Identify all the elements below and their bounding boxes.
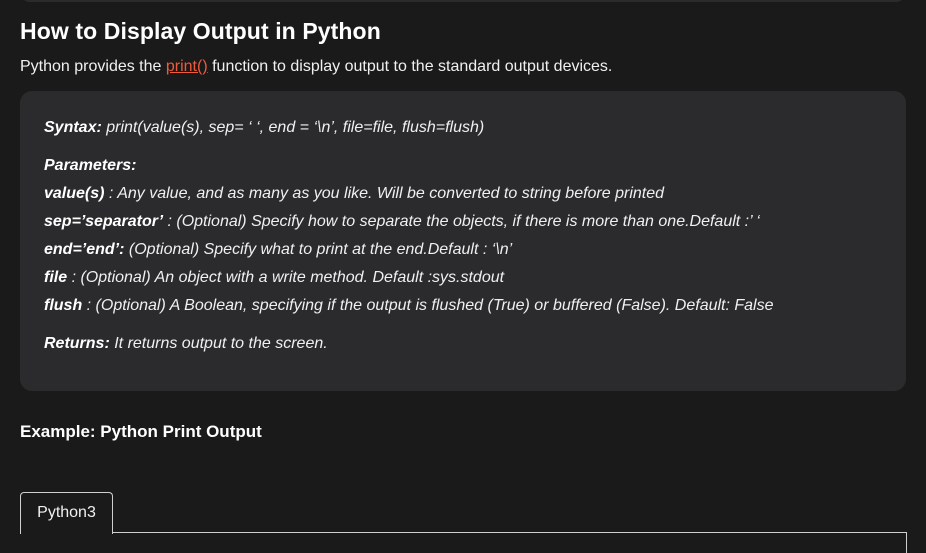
example-title: Example: Python Print Output: [20, 422, 262, 441]
syntax-box: Syntax: print(value(s), sep= ‘ ‘, end = …: [20, 91, 906, 391]
syntax-label: Syntax:: [44, 119, 102, 136]
param-name: file: [44, 269, 68, 286]
param-name: value(s): [44, 185, 105, 202]
param-line-file: file : (Optional) An object with a write…: [44, 269, 504, 287]
param-desc: : (Optional) An object with a write meth…: [67, 269, 505, 286]
param-line-end: end=’end’: (Optional) Specify what to pr…: [44, 241, 512, 259]
section-heading: How to Display Output in Python: [20, 18, 381, 44]
param-desc: (Optional) Specify what to print at the …: [124, 241, 513, 258]
syntax-line: Syntax: print(value(s), sep= ‘ ‘, end = …: [44, 119, 484, 137]
previous-section-box: [20, 0, 906, 2]
syntax-text: print(value(s), sep= ‘ ‘, end = ‘\n’, fi…: [101, 119, 485, 136]
print-function-link[interactable]: print(): [166, 58, 208, 75]
param-line-value: value(s) : Any value, and as many as you…: [44, 185, 664, 203]
tab-python3[interactable]: Python3: [20, 492, 113, 534]
param-desc: : (Optional) Specify how to separate the…: [163, 213, 760, 230]
param-desc: : Any value, and as many as you like. Wi…: [104, 185, 665, 202]
param-desc: : (Optional) A Boolean, specifying if th…: [82, 297, 774, 314]
intro-text-after: function to display output to the standa…: [207, 58, 613, 75]
returns-text: It returns output to the screen.: [109, 335, 328, 352]
intro-paragraph: Python provides the print() function to …: [20, 58, 612, 76]
intro-text-before: Python provides the: [20, 58, 166, 75]
param-line-sep: sep=’separator’ : (Optional) Specify how…: [44, 213, 760, 231]
returns-line: Returns: It returns output to the screen…: [44, 335, 328, 353]
param-line-flush: flush : (Optional) A Boolean, specifying…: [44, 297, 774, 315]
returns-label: Returns:: [44, 335, 110, 352]
param-name: end=’end’:: [44, 241, 125, 258]
page: How to Display Output in Python Python p…: [0, 0, 926, 553]
parameters-label: Parameters:: [44, 157, 137, 174]
param-name: sep=’separator’: [44, 213, 164, 230]
parameters-heading: Parameters:: [44, 157, 137, 175]
param-name: flush: [44, 297, 83, 314]
